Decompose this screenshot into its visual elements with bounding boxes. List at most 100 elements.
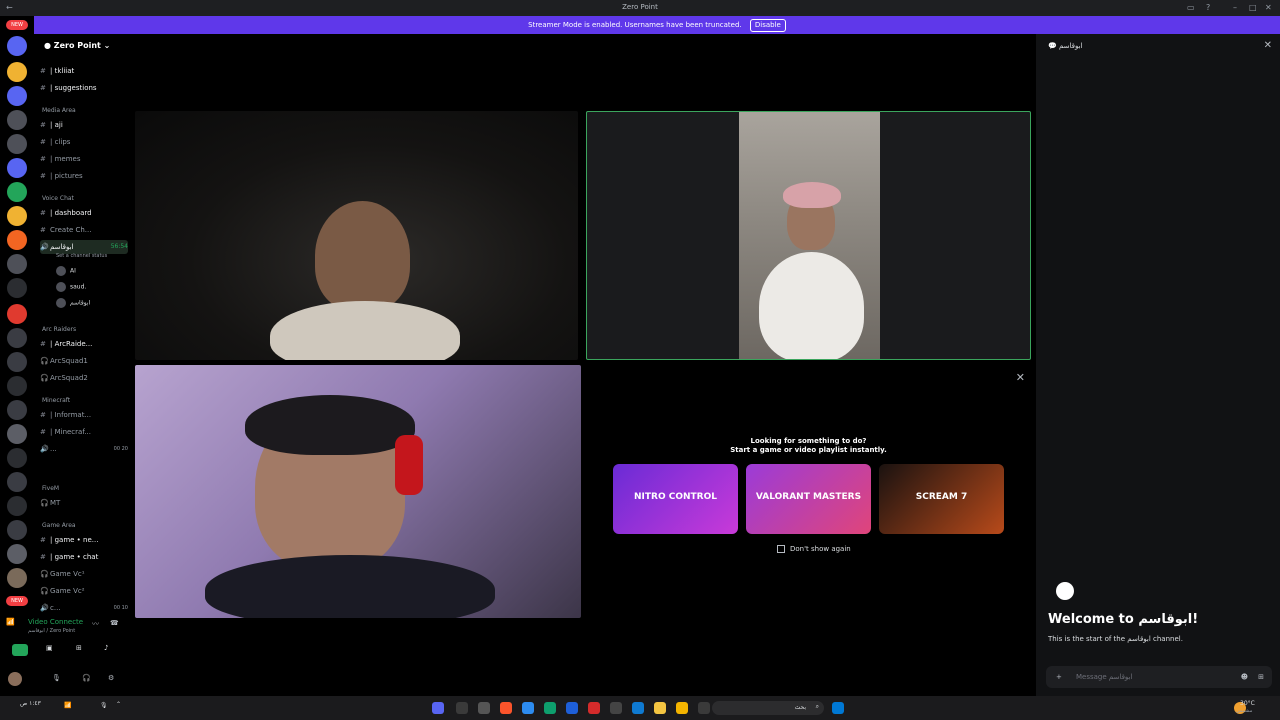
server-icon[interactable] bbox=[7, 376, 27, 396]
voice-channel[interactable]: 🎧ArcSquad1 bbox=[40, 354, 128, 368]
minimize-icon[interactable]: – bbox=[1233, 3, 1237, 12]
help-icon[interactable]: ? bbox=[1206, 3, 1210, 12]
signal-icon[interactable]: 📶 bbox=[6, 618, 15, 626]
brave-icon[interactable] bbox=[500, 702, 512, 714]
channel-item[interactable]: # | Informat... bbox=[40, 408, 128, 422]
channel-item[interactable]: # | ArcRaide... bbox=[40, 337, 128, 351]
category-arc[interactable]: Arc Raiders bbox=[42, 326, 76, 333]
close-window-icon[interactable]: ✕ bbox=[1265, 3, 1272, 12]
noise-icon[interactable]: 〰 bbox=[92, 619, 99, 629]
dont-show-checkbox[interactable]: Don't show again bbox=[777, 545, 851, 553]
add-icon[interactable]: + bbox=[1056, 666, 1062, 688]
screen-share-icon[interactable]: ▣ bbox=[46, 644, 53, 652]
app-icon[interactable] bbox=[588, 702, 600, 714]
server-icon[interactable] bbox=[7, 352, 27, 372]
server-icon[interactable] bbox=[7, 496, 27, 516]
apps-icon[interactable]: ⊞ bbox=[1258, 666, 1264, 688]
server-icon[interactable] bbox=[7, 520, 27, 540]
category-minecraft[interactable]: Minecraft bbox=[42, 397, 70, 404]
channel-status[interactable]: Set a channel status bbox=[56, 253, 107, 259]
server-icon[interactable] bbox=[7, 158, 27, 178]
server-icon[interactable] bbox=[7, 110, 27, 130]
search-box[interactable]: بحث ⌕ bbox=[712, 701, 824, 715]
channel-item[interactable]: # | Minecraf... bbox=[40, 425, 128, 439]
close-icon[interactable]: ✕ bbox=[1016, 371, 1025, 384]
server-icon[interactable] bbox=[7, 86, 27, 106]
server-icon[interactable] bbox=[7, 254, 27, 274]
app-icon[interactable] bbox=[544, 702, 556, 714]
app-icon[interactable] bbox=[610, 702, 622, 714]
taskview-icon[interactable] bbox=[698, 702, 710, 714]
category-media[interactable]: Media Area bbox=[42, 107, 76, 114]
channel-item[interactable]: # | game • chat bbox=[40, 550, 128, 564]
video-tile[interactable] bbox=[135, 111, 578, 360]
channel-item[interactable]: # Create Ch... bbox=[40, 223, 128, 237]
explorer-icon[interactable] bbox=[654, 702, 666, 714]
disable-button[interactable]: Disable bbox=[749, 19, 786, 32]
voice-user[interactable]: saud. bbox=[56, 282, 86, 292]
video-tile[interactable] bbox=[135, 365, 581, 618]
server-icon[interactable] bbox=[7, 36, 27, 56]
app-icon[interactable] bbox=[566, 702, 578, 714]
maximize-icon[interactable]: □ bbox=[1249, 3, 1257, 12]
server-icon[interactable] bbox=[7, 400, 27, 420]
server-icon[interactable] bbox=[7, 472, 27, 492]
server-icon[interactable] bbox=[7, 134, 27, 154]
network-icon[interactable]: 📶 bbox=[64, 702, 71, 709]
edge-icon[interactable] bbox=[632, 702, 644, 714]
headset-icon[interactable]: 🎧 bbox=[82, 674, 91, 682]
checkbox-icon[interactable] bbox=[777, 545, 785, 553]
channel-item[interactable]: # | memes bbox=[40, 152, 128, 166]
mic-icon[interactable]: 🎙 bbox=[100, 702, 108, 709]
server-icon[interactable] bbox=[7, 424, 27, 444]
server-icon[interactable] bbox=[7, 182, 27, 202]
server-icon[interactable] bbox=[7, 278, 27, 298]
server-icon[interactable] bbox=[7, 568, 27, 588]
server-icon[interactable] bbox=[7, 62, 27, 82]
activity-card[interactable]: SCREAM 7 bbox=[879, 464, 1004, 534]
soundboard-icon[interactable]: ♪ bbox=[104, 644, 108, 652]
video-tile-speaking[interactable] bbox=[586, 111, 1031, 360]
server-icon[interactable] bbox=[7, 544, 27, 564]
app-icon[interactable] bbox=[456, 702, 468, 714]
channel-item[interactable]: # | game • ne... bbox=[40, 533, 128, 547]
app-icon[interactable] bbox=[676, 702, 688, 714]
activity-card[interactable]: VALORANT MASTERS bbox=[746, 464, 871, 534]
activity-icon[interactable]: ⊞ bbox=[76, 644, 82, 652]
start-icon[interactable] bbox=[832, 702, 844, 714]
voice-channel[interactable]: 🎧ArcSquad2 bbox=[40, 371, 128, 385]
avatar[interactable] bbox=[8, 672, 22, 686]
discord-icon[interactable] bbox=[432, 702, 444, 714]
server-icon[interactable] bbox=[7, 230, 27, 250]
server-icon[interactable] bbox=[7, 304, 27, 324]
voice-user[interactable]: AI bbox=[56, 266, 76, 276]
close-chat-icon[interactable]: ✕ bbox=[1264, 40, 1272, 51]
server-icon[interactable] bbox=[7, 206, 27, 226]
app-icon[interactable] bbox=[522, 702, 534, 714]
emoji-icon[interactable]: ☻ bbox=[1241, 666, 1248, 688]
channel-item[interactable]: # | tkliiat bbox=[40, 64, 128, 78]
chevron-up-icon[interactable]: ⌃ bbox=[116, 701, 121, 708]
mic-icon[interactable]: 🎙 bbox=[52, 674, 61, 682]
voice-channel[interactable]: 🎧MT bbox=[40, 496, 128, 510]
server-icon[interactable] bbox=[7, 328, 27, 348]
channel-item[interactable]: # | dashboard bbox=[40, 206, 128, 220]
disconnect-icon[interactable]: ☎ bbox=[110, 619, 119, 627]
voice-channel-active[interactable]: 🔊ابوقاسم 56:54 bbox=[40, 240, 128, 254]
message-input[interactable]: + Message ابوقاسم ☻ ⊞ bbox=[1046, 666, 1272, 688]
gear-icon[interactable] bbox=[478, 702, 490, 714]
voice-channel[interactable]: 🎧Game Vc² bbox=[40, 584, 128, 598]
channel-item[interactable]: # | clips bbox=[40, 135, 128, 149]
voice-channel[interactable]: 🔊c... 00 10 bbox=[40, 601, 128, 615]
inbox-icon[interactable]: ▭ bbox=[1187, 3, 1195, 12]
channel-item[interactable]: # | suggestions bbox=[40, 81, 128, 95]
camera-button[interactable] bbox=[12, 644, 28, 656]
category-fivem[interactable]: FiveM bbox=[42, 485, 59, 492]
voice-user[interactable]: ابوقاسم bbox=[56, 298, 90, 308]
category-voice[interactable]: Voice Chat bbox=[42, 195, 74, 202]
server-icon[interactable] bbox=[7, 448, 27, 468]
voice-channel[interactable]: 🔊... 00 20 bbox=[40, 442, 128, 456]
voice-channel[interactable]: 🎧Game Vc¹ bbox=[40, 567, 128, 581]
server-header[interactable]: ● Zero Point ⌄ bbox=[34, 34, 132, 58]
activity-card[interactable]: NITRO CONTROL bbox=[613, 464, 738, 534]
